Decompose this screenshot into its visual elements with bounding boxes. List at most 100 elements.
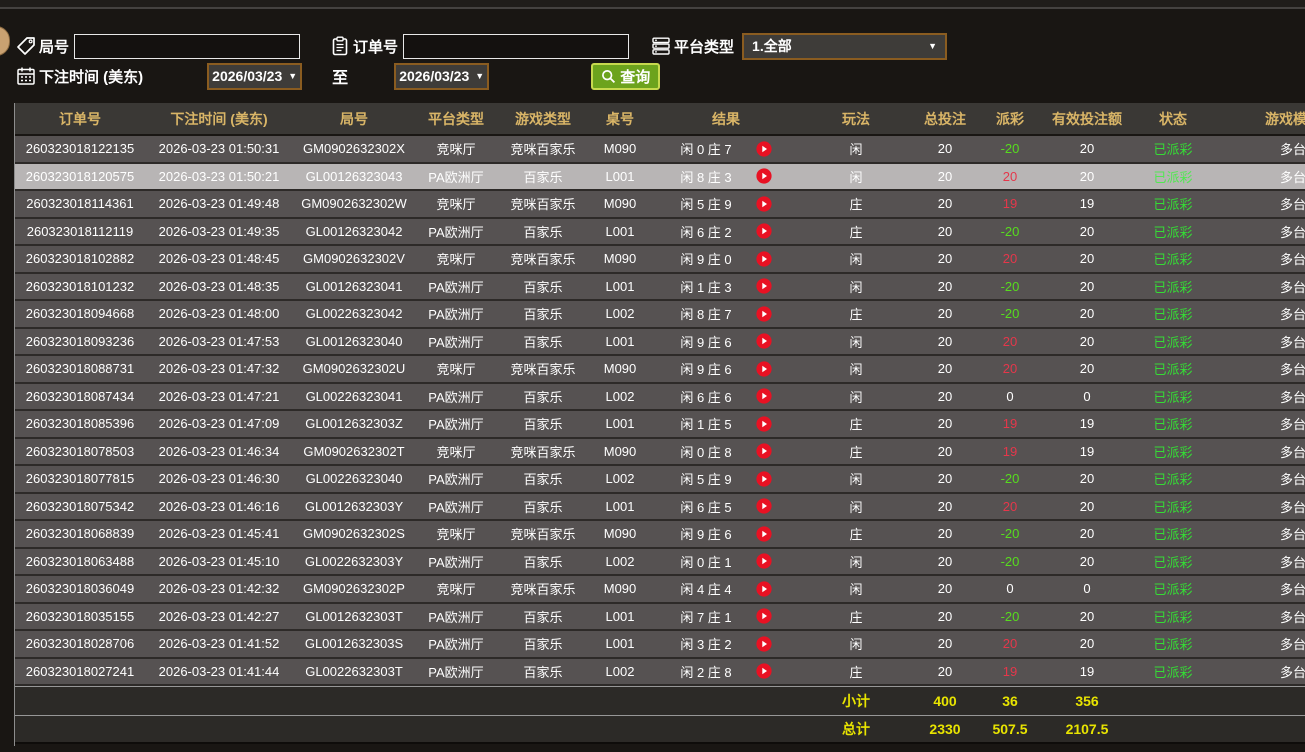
date-from-select[interactable]: 2026/03/23 ▼ xyxy=(207,62,303,90)
platform-type-select[interactable]: 1.全部 ▼ xyxy=(742,32,948,60)
cell-total-bet: 20 xyxy=(937,581,953,597)
search-button[interactable]: 查询 xyxy=(591,62,661,90)
order-number-input[interactable] xyxy=(403,33,630,59)
cell-table-number: L002 xyxy=(605,388,635,404)
cell-round-number: GL00226323041 xyxy=(305,388,403,404)
cell-table-number: L001 xyxy=(605,498,635,514)
table-row[interactable]: 260323018120575 2026-03-23 01:50:21 GL00… xyxy=(15,163,1305,191)
cell-game-mode: 多台 xyxy=(1279,142,1305,158)
cell-game-type: 竞咪百家乐 xyxy=(510,362,576,378)
table-row[interactable]: 260323018101232 2026-03-23 01:48:35 GL00… xyxy=(15,273,1305,301)
server-stack-icon xyxy=(651,36,671,56)
play-icon[interactable] xyxy=(756,168,772,184)
cell-game-mode: 多台 xyxy=(1279,664,1305,680)
play-icon[interactable] xyxy=(756,278,772,294)
table-row[interactable]: 260323018114361 2026-03-23 01:49:48 GM09… xyxy=(15,191,1305,219)
table-row[interactable]: 260323018036049 2026-03-23 01:42:32 GM09… xyxy=(15,576,1305,604)
cell-table-number: L002 xyxy=(605,306,635,322)
grand-total-label: 总计 xyxy=(842,721,870,737)
cell-round-number: GM0902632302S xyxy=(303,526,405,542)
cell-table-number: M090 xyxy=(603,526,637,542)
cell-result: 闲 8 庄 7 xyxy=(651,301,801,327)
cell-table-number: L002 xyxy=(605,471,635,487)
play-icon[interactable] xyxy=(756,416,772,432)
cell-game-mode: 多台 xyxy=(1279,582,1305,598)
play-icon[interactable] xyxy=(756,251,772,267)
cell-valid-bet: 20 xyxy=(1079,333,1095,349)
play-icon[interactable] xyxy=(756,608,772,624)
table-row[interactable]: 260323018088731 2026-03-23 01:47:32 GM09… xyxy=(15,356,1305,384)
play-icon[interactable] xyxy=(756,306,772,322)
play-icon[interactable] xyxy=(756,443,772,459)
cell-bet-time: 2026-03-23 01:46:16 xyxy=(158,498,280,514)
cell-game-mode: 多台 xyxy=(1279,472,1305,488)
table-row[interactable]: 260323018122135 2026-03-23 01:50:31 GM09… xyxy=(15,136,1305,164)
result-text: 闲 0 庄 8 xyxy=(680,444,732,460)
play-icon[interactable] xyxy=(756,526,772,542)
search-button-label: 查询 xyxy=(620,68,651,86)
table-row[interactable]: 260323018077815 2026-03-23 01:46:30 GL00… xyxy=(15,466,1305,494)
cell-result: 闲 9 庄 6 xyxy=(651,329,801,355)
play-icon[interactable] xyxy=(756,223,772,239)
table-row[interactable]: 260323018075342 2026-03-23 01:46:16 GL00… xyxy=(15,493,1305,521)
status-badge: 已派彩 xyxy=(1153,197,1193,213)
cell-valid-bet: 0 xyxy=(1083,581,1091,597)
cell-total-bet: 20 xyxy=(937,663,953,679)
table-row[interactable]: 260323018063488 2026-03-23 01:45:10 GL00… xyxy=(15,548,1305,576)
cell-bet-time: 2026-03-23 01:48:00 xyxy=(158,306,280,322)
table-row[interactable]: 260323018085396 2026-03-23 01:47:09 GL00… xyxy=(15,411,1305,439)
play-icon[interactable] xyxy=(756,498,772,514)
cell-platform-type: PA欧洲厅 xyxy=(428,417,484,433)
result-text: 闲 3 庄 2 xyxy=(680,637,732,653)
table-body: 260323018122135 2026-03-23 01:50:31 GM09… xyxy=(15,136,1305,686)
table-row[interactable]: 260323018027241 2026-03-23 01:41:44 GL00… xyxy=(15,658,1305,686)
cell-play-type: 闲 xyxy=(849,582,863,598)
table-row[interactable]: 260323018112119 2026-03-23 01:49:35 GL00… xyxy=(15,218,1305,246)
cell-valid-bet: 20 xyxy=(1079,498,1095,514)
play-icon[interactable] xyxy=(756,141,772,157)
table-row[interactable]: 260323018035155 2026-03-23 01:42:27 GL00… xyxy=(15,603,1305,631)
play-icon[interactable] xyxy=(756,196,772,212)
cell-result: 闲 6 庄 6 xyxy=(651,384,801,410)
cell-game-mode: 多台 xyxy=(1279,169,1305,185)
cell-game-type: 竞咪百家乐 xyxy=(510,142,576,158)
cell-platform-type: PA欧洲厅 xyxy=(428,307,484,323)
cell-table-number: M090 xyxy=(603,251,637,267)
play-icon[interactable] xyxy=(756,361,772,377)
cell-result: 闲 1 庄 5 xyxy=(651,411,801,437)
table-row[interactable]: 260323018087434 2026-03-23 01:47:21 GL00… xyxy=(15,383,1305,411)
table-row[interactable]: 260323018028706 2026-03-23 01:41:52 GL00… xyxy=(15,631,1305,659)
cell-bet-time: 2026-03-23 01:45:41 xyxy=(158,526,280,542)
cell-order-number: 260323018114361 xyxy=(26,196,134,212)
play-icon[interactable] xyxy=(756,471,772,487)
column-header: 状态 xyxy=(1159,110,1187,127)
play-icon[interactable] xyxy=(756,388,772,404)
cell-valid-bet: 19 xyxy=(1079,443,1095,459)
side-drawer-handle[interactable] xyxy=(0,26,10,56)
play-icon[interactable] xyxy=(756,333,772,349)
column-header: 结果 xyxy=(712,110,740,127)
table-row[interactable]: 260323018093236 2026-03-23 01:47:53 GL00… xyxy=(15,328,1305,356)
table-row[interactable]: 260323018078503 2026-03-23 01:46:34 GM09… xyxy=(15,438,1305,466)
column-header: 派彩 xyxy=(996,110,1024,127)
column-header: 局号 xyxy=(340,110,368,127)
cell-payout: 0 xyxy=(1006,388,1014,404)
cell-round-number: GL00126323040 xyxy=(305,333,403,349)
play-icon[interactable] xyxy=(756,663,772,679)
table-row[interactable]: 260323018102882 2026-03-23 01:48:45 GM09… xyxy=(15,246,1305,274)
round-number-input[interactable] xyxy=(74,33,301,59)
play-icon[interactable] xyxy=(756,636,772,652)
status-badge: 已派彩 xyxy=(1153,362,1193,378)
cell-game-mode: 多台 xyxy=(1279,637,1305,653)
table-row[interactable]: 260323018094668 2026-03-23 01:48:00 GL00… xyxy=(15,301,1305,329)
table-row[interactable]: 260323018068839 2026-03-23 01:45:41 GM09… xyxy=(15,521,1305,549)
cell-order-number: 260323018101232 xyxy=(25,278,135,294)
cell-total-bet: 20 xyxy=(937,416,953,432)
play-icon[interactable] xyxy=(756,553,772,569)
play-icon[interactable] xyxy=(756,581,772,597)
cell-play-type: 庄 xyxy=(849,307,863,323)
cell-game-type: 百家乐 xyxy=(523,472,563,488)
date-to-select[interactable]: 2026/03/23 ▼ xyxy=(394,62,490,90)
cell-order-number: 260323018122135 xyxy=(25,141,135,157)
cell-result: 闲 0 庄 1 xyxy=(651,549,801,575)
